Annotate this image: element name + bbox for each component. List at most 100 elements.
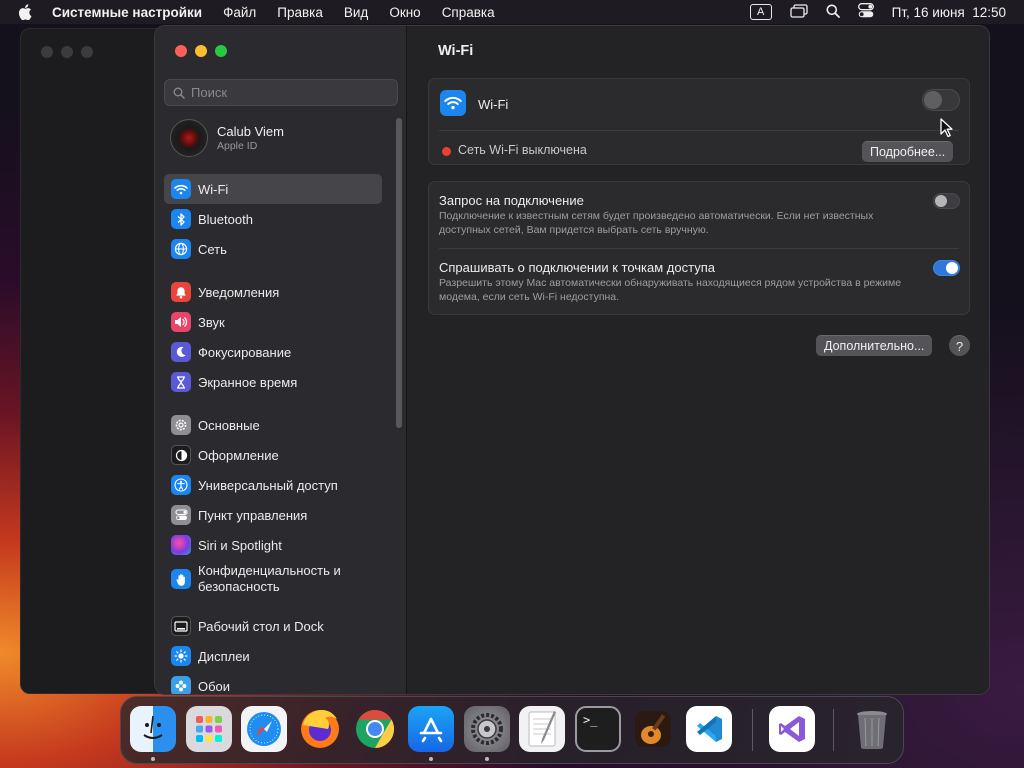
siri-icon (171, 535, 191, 555)
sidebar-item-general[interactable]: Основные (164, 410, 382, 440)
finder-icon[interactable] (130, 706, 176, 752)
sidebar-item-bluetooth[interactable]: Bluetooth (164, 204, 382, 234)
launchpad-icon[interactable] (186, 706, 232, 752)
gear-icon (171, 415, 191, 435)
ask-hotspots-toggle[interactable] (933, 260, 960, 276)
firefox-icon[interactable] (297, 706, 343, 752)
sidebar-item-sound[interactable]: Звук (164, 307, 382, 337)
help-button[interactable]: ? (949, 335, 970, 356)
content-pane: Wi-Fi Wi-Fi Сеть Wi-Fi выключена Подробн… (408, 26, 989, 694)
background-window-controls (41, 46, 101, 58)
sidebar-item-label: Универсальный доступ (198, 477, 338, 493)
wifi-status-text: Сеть Wi-Fi выключена (458, 143, 587, 157)
menu-window[interactable]: Окно (389, 5, 420, 20)
system-settings-icon[interactable] (464, 706, 510, 752)
trash-icon[interactable] (849, 706, 895, 752)
menu-app-name[interactable]: Системные настройки (52, 5, 202, 20)
sidebar-item-screen-time[interactable]: Экранное время (164, 367, 382, 397)
sidebar-item-label: Фокусирование (198, 344, 292, 360)
menu-view[interactable]: Вид (344, 5, 368, 20)
sidebar-item-label: Основные (198, 417, 260, 433)
sidebar-item-siri-spotlight[interactable]: Siri и Spotlight (164, 530, 382, 560)
globe-icon (171, 239, 191, 259)
search-placeholder: Поиск (191, 85, 228, 100)
apple-menu-icon[interactable] (18, 4, 36, 20)
dock: >_ (120, 696, 904, 764)
advanced-button[interactable]: Дополнительно... (816, 335, 933, 356)
sidebar-scrollbar[interactable] (396, 118, 402, 428)
app-store-icon[interactable] (408, 706, 454, 752)
wifi-toggle[interactable] (922, 89, 960, 111)
details-button[interactable]: Подробнее... (862, 141, 954, 162)
ask-hotspots-title: Спрашивать о подключении к точкам доступ… (439, 260, 715, 275)
sidebar-item-label: Оформление (198, 447, 279, 463)
control-center-icon (171, 505, 191, 525)
sidebar-item-label: Конфиденциальность и безопасность (198, 563, 341, 594)
sidebar-item-label: Звук (198, 314, 225, 330)
close-button[interactable] (175, 45, 187, 57)
bell-icon (171, 282, 191, 302)
menu-file[interactable]: Файл (223, 5, 256, 20)
apple-id-account[interactable]: Calub Viem Apple ID (170, 119, 284, 157)
wifi-status-indicator (442, 147, 451, 156)
sidebar-item-label: Пункт управления (198, 507, 308, 523)
page-title: Wi-Fi (438, 43, 474, 59)
sidebar-item-label: Уведомления (198, 284, 280, 300)
safari-icon[interactable] (241, 706, 287, 752)
sun-icon (171, 646, 191, 666)
wifi-icon (440, 90, 466, 116)
window-controls (175, 45, 235, 57)
sidebar-nav: Wi-Fi Bluetooth Сеть Уведомления Звук Фо… (164, 174, 382, 694)
sidebar-item-label: Bluetooth (198, 211, 253, 227)
vscode-icon[interactable] (686, 706, 732, 752)
spotlight-search-icon[interactable] (826, 4, 840, 21)
background-window (20, 28, 170, 694)
sidebar-item-wifi[interactable]: Wi-Fi (164, 174, 382, 204)
desktop-dock-icon (171, 616, 191, 636)
sidebar-item-privacy-security[interactable]: Конфиденциальность и безопасность (164, 560, 382, 598)
sidebar-item-accessibility[interactable]: Универсальный доступ (164, 470, 382, 500)
running-indicator (151, 757, 155, 761)
bluetooth-icon (171, 209, 191, 229)
sidebar-item-appearance[interactable]: Оформление (164, 440, 382, 470)
wifi-options-card: Запрос на подключение Подключение к изве… (428, 181, 970, 315)
sidebar-item-notifications[interactable]: Уведомления (164, 277, 382, 307)
moon-icon (171, 342, 191, 362)
user-name: Calub Viem (217, 124, 284, 139)
ask-to-join-toggle[interactable] (933, 193, 960, 209)
zoom-button[interactable] (215, 45, 227, 57)
appearance-icon (171, 445, 191, 465)
input-source-indicator[interactable]: A (749, 4, 772, 20)
ask-to-join-description: Подключение к известным сетям будет прои… (439, 210, 874, 236)
sidebar: Поиск Calub Viem Apple ID Wi-Fi Bluetoot… (155, 26, 407, 694)
minimize-button[interactable] (195, 45, 207, 57)
sidebar-item-control-center[interactable]: Пункт управления (164, 500, 382, 530)
terminal-icon[interactable]: >_ (575, 706, 621, 752)
sidebar-item-focus[interactable]: Фокусирование (164, 337, 382, 367)
wifi-icon (171, 179, 191, 199)
running-indicator (485, 757, 489, 761)
sidebar-item-label: Дисплеи (198, 648, 250, 664)
menu-help[interactable]: Справка (442, 5, 495, 20)
sidebar-item-displays[interactable]: Дисплеи (164, 641, 382, 671)
ask-hotspots-description: Разрешить этому Mac автоматически обнару… (439, 277, 902, 303)
menubar-clock[interactable]: Пт, 16 июня 12:50 (892, 5, 1006, 20)
dock-separator (833, 709, 834, 751)
ask-to-join-title: Запрос на подключение (439, 193, 584, 208)
mouse-pointer-icon (940, 118, 953, 138)
dock-separator (752, 709, 753, 751)
search-field[interactable]: Поиск (164, 79, 398, 106)
menu-edit[interactable]: Правка (277, 5, 323, 20)
sidebar-item-label: Wi-Fi (198, 181, 229, 197)
sidebar-item-network[interactable]: Сеть (164, 234, 382, 264)
sidebar-item-label: Экранное время (198, 374, 298, 390)
sidebar-item-wallpaper[interactable]: Обои (164, 671, 382, 694)
chrome-icon[interactable] (352, 706, 398, 752)
sidebar-item-desktop-dock[interactable]: Рабочий стол и Dock (164, 611, 382, 641)
garageband-icon[interactable] (630, 706, 676, 752)
accessibility-icon (171, 475, 191, 495)
screen-mirroring-icon[interactable] (789, 3, 808, 21)
textedit-icon[interactable] (519, 706, 565, 752)
visual-studio-icon[interactable] (769, 706, 815, 752)
control-center-icon[interactable] (857, 3, 874, 21)
